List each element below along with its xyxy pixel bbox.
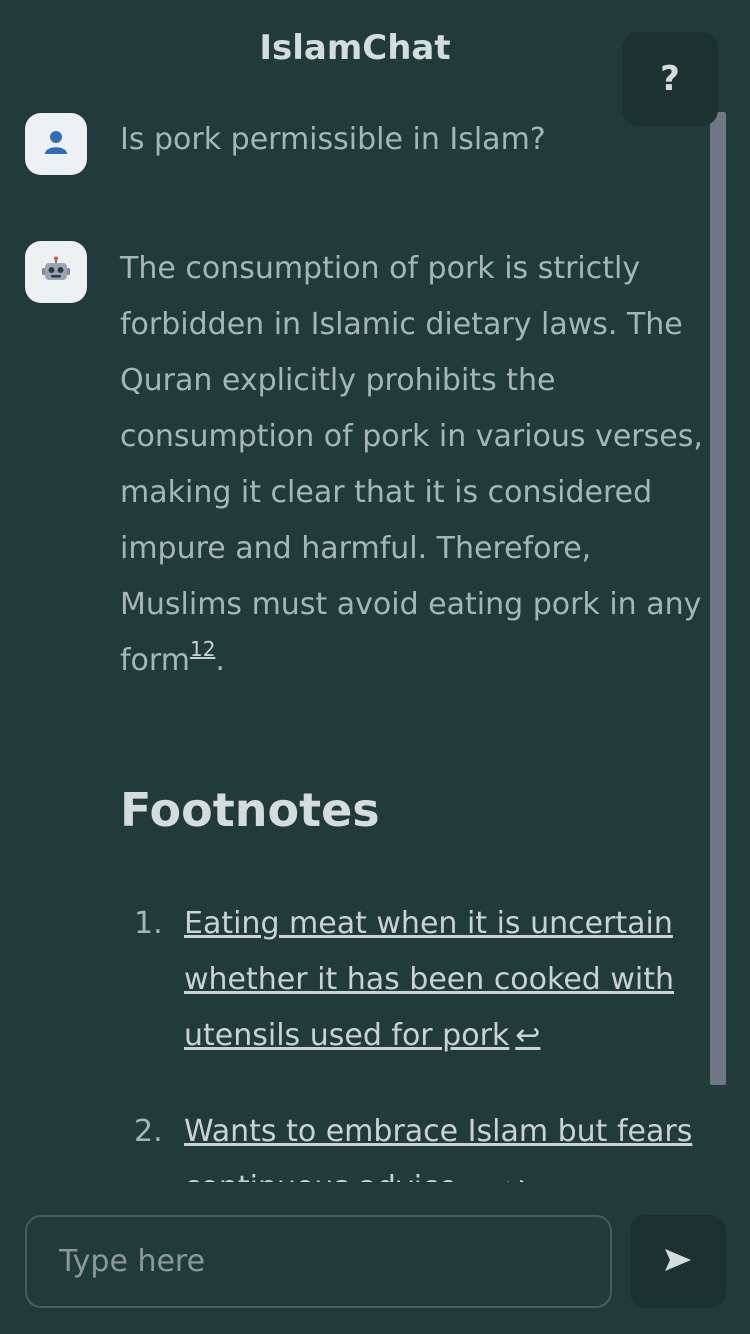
scrollbar[interactable] [710,112,726,1085]
user-icon [43,129,69,160]
help-button[interactable]: ? [622,32,718,126]
send-icon [663,1247,693,1277]
footnotes-list: 1. Eating meat when it is uncertain whet… [120,896,700,1182]
footnote-backref-icon[interactable]: ↩ [515,1018,540,1053]
app-title: IslamChat [259,28,451,68]
footnote-item: 1. Eating meat when it is uncertain whet… [120,896,700,1064]
footnote-number: 1. [134,906,163,941]
bot-message: The consumption of pork is strictly forb… [120,241,708,689]
bot-message-text: The consumption of pork is strictly forb… [120,251,703,678]
footnote-backref-icon[interactable]: ↩ [501,1170,526,1182]
user-avatar [25,113,87,175]
footnotes-heading: Footnotes [120,783,380,837]
footnote-item: 2. Wants to embrace Islam but fears cont… [120,1104,700,1182]
footnote-ref-1[interactable]: 1 [190,637,203,661]
user-message: Is pork permissible in Islam? [120,122,546,157]
footnote-refs: 12 [190,637,215,661]
bot-avatar [25,241,87,303]
robot-icon [41,256,71,289]
footnote-link[interactable]: Eating meat when it is uncertain whether… [184,906,674,1053]
footnote-ref-2[interactable]: 2 [203,637,216,661]
send-button[interactable] [630,1215,726,1308]
message-input[interactable] [25,1215,612,1308]
footnote-link[interactable]: Wants to embrace Islam but fears continu… [184,1114,692,1182]
message-list[interactable]: IslamChat Is pork permissible in Islam? [0,0,710,1182]
bot-message-period: . [215,643,225,678]
chat-app: IslamChat Is pork permissible in Islam? [0,0,750,1334]
footnote-number: 2. [134,1114,163,1149]
